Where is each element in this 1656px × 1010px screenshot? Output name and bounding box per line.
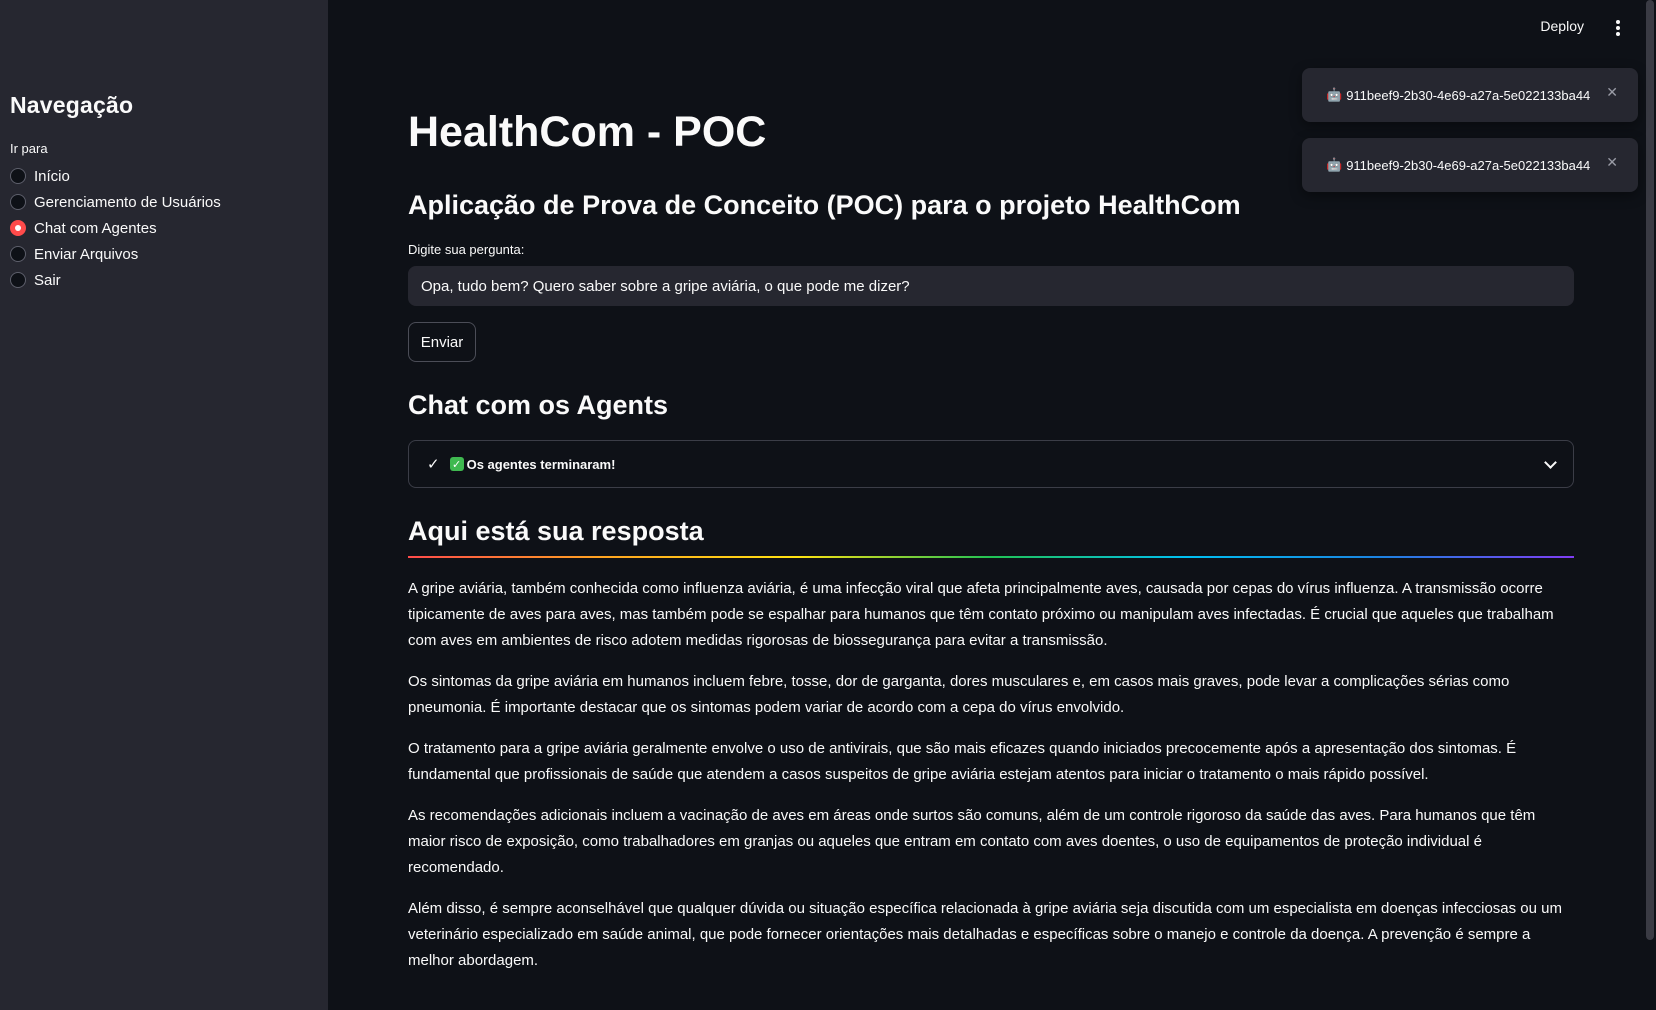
radio-button-icon[interactable] xyxy=(10,168,26,184)
kebab-menu-icon[interactable] xyxy=(1610,18,1626,38)
deploy-button[interactable]: Deploy xyxy=(1540,18,1584,34)
page-title: HealthCom - POC xyxy=(408,108,767,156)
app-root: Navegação Ir para Início Gerenciamento d… xyxy=(0,0,1656,1010)
toast-notification: 🤖 911beef9-2b30-4e69-a27a-5e022133ba44 ✕ xyxy=(1302,68,1638,122)
chevron-down-icon[interactable] xyxy=(1544,455,1557,469)
agents-status-expander[interactable]: ✓ ✓ Os agentes terminaram! xyxy=(408,440,1574,488)
close-icon[interactable]: ✕ xyxy=(1606,84,1618,101)
top-header: Deploy xyxy=(328,0,1656,56)
nav-radio-group: Início Gerenciamento de Usuários Chat co… xyxy=(10,163,318,293)
answer-body: A gripe aviária, também conhecida como i… xyxy=(408,576,1574,989)
nav-option-gerenciamento-usuarios[interactable]: Gerenciamento de Usuários xyxy=(10,189,318,215)
nav-option-label: Enviar Arquivos xyxy=(34,245,139,263)
toast-text: 911beef9-2b30-4e69-a27a-5e022133ba44 xyxy=(1346,157,1591,173)
page-scrollbar[interactable] xyxy=(1646,0,1654,940)
green-check-emoji-icon: ✓ xyxy=(449,457,464,471)
nav-option-sair[interactable]: Sair xyxy=(10,267,318,293)
check-icon: ✓ xyxy=(427,456,440,473)
answer-heading: Aqui está sua resposta xyxy=(408,516,704,546)
nav-option-inicio[interactable]: Início xyxy=(10,163,318,189)
robot-icon: 🤖 xyxy=(1326,87,1343,102)
kebab-dot xyxy=(1616,32,1620,36)
question-input[interactable]: Opa, tudo bem? Quero saber sobre a gripe… xyxy=(408,266,1574,306)
question-input-label: Digite sua pergunta: xyxy=(408,242,525,257)
kebab-dot xyxy=(1616,26,1620,30)
send-button[interactable]: Enviar xyxy=(408,322,476,362)
sidebar-title: Navegação xyxy=(10,92,134,118)
toast-text: 911beef9-2b30-4e69-a27a-5e022133ba44 xyxy=(1346,87,1591,103)
nav-option-label: Gerenciamento de Usuários xyxy=(34,193,221,211)
answer-paragraph: A gripe aviária, também conhecida como i… xyxy=(408,580,1554,649)
rainbow-divider xyxy=(408,556,1574,558)
page-subtitle: Aplicação de Prova de Conceito (POC) par… xyxy=(408,190,1241,220)
nav-option-label: Início xyxy=(34,167,70,185)
answer-paragraph: As recomendações adicionais incluem a va… xyxy=(408,807,1536,876)
answer-paragraph: O tratamento para a gripe aviária geralm… xyxy=(408,740,1517,783)
nav-option-chat-agentes[interactable]: Chat com Agentes xyxy=(10,215,318,241)
toast-notification: 🤖 911beef9-2b30-4e69-a27a-5e022133ba44 ✕ xyxy=(1302,138,1638,192)
radio-button-icon[interactable] xyxy=(10,272,26,288)
nav-option-enviar-arquivos[interactable]: Enviar Arquivos xyxy=(10,241,318,267)
nav-option-label: Chat com Agentes xyxy=(34,219,157,237)
answer-paragraph: Além disso, é sempre aconselhável que qu… xyxy=(408,900,1562,969)
kebab-dot xyxy=(1616,20,1620,24)
radio-button-icon[interactable] xyxy=(10,194,26,210)
close-icon[interactable]: ✕ xyxy=(1606,154,1618,171)
robot-icon: 🤖 xyxy=(1326,157,1343,172)
expander-label: Os agentes terminaram! xyxy=(466,456,616,472)
answer-paragraph: Os sintomas da gripe aviária em humanos … xyxy=(408,673,1510,716)
nav-option-label: Sair xyxy=(34,271,61,289)
nav-radio-label: Ir para xyxy=(10,141,48,156)
radio-button-icon[interactable] xyxy=(10,246,26,262)
chat-heading: Chat com os Agents xyxy=(408,390,669,420)
radio-button-selected-icon[interactable] xyxy=(10,220,26,236)
sidebar: Navegação Ir para Início Gerenciamento d… xyxy=(0,0,328,1010)
